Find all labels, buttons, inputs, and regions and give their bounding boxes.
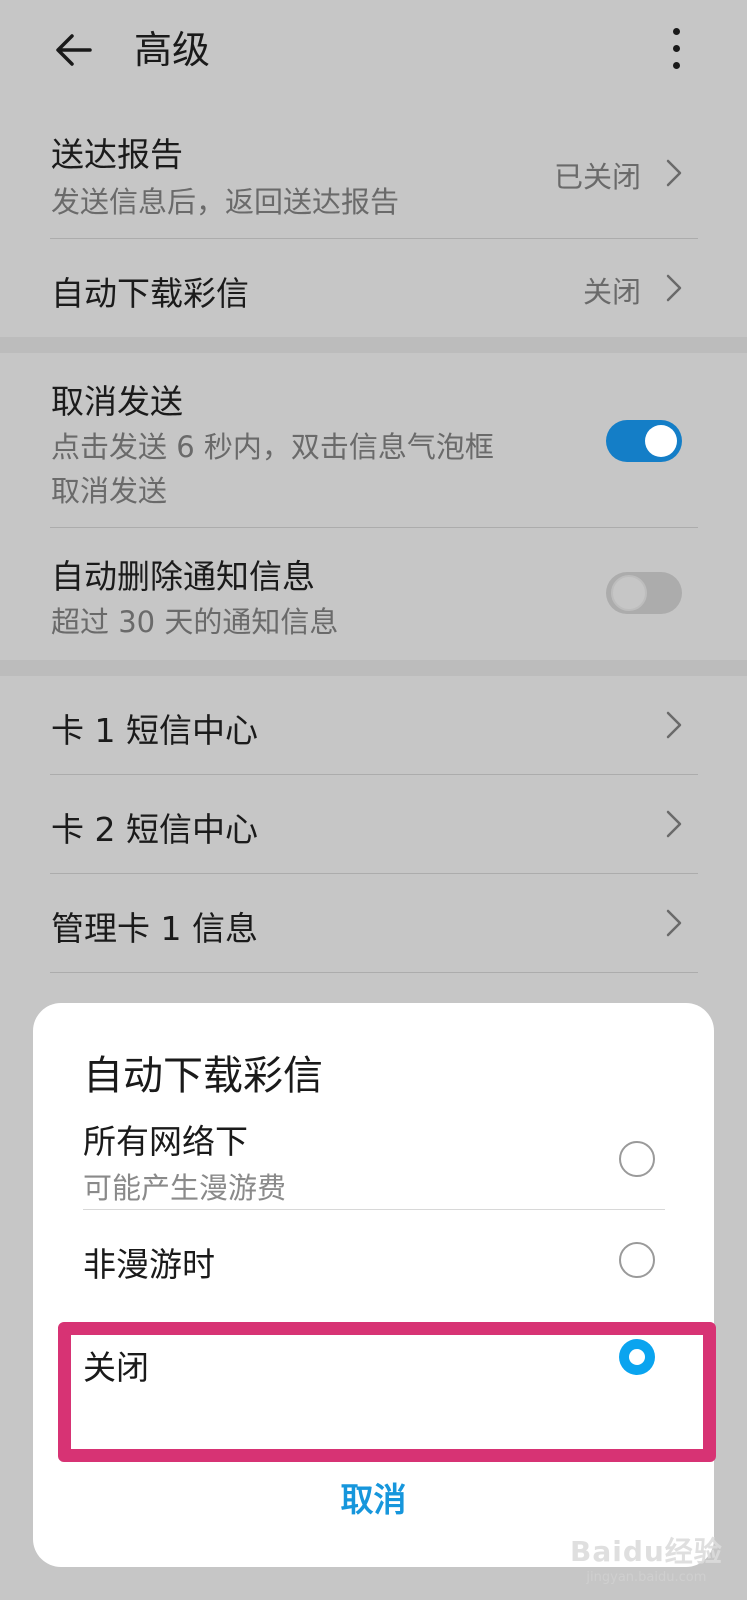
option-label: 所有网络下 xyxy=(83,1122,248,1161)
auto-download-mms-value: 关闭 xyxy=(582,275,641,309)
option-all-networks[interactable]: 所有网络下 可能产生漫游费 xyxy=(33,1115,714,1211)
chevron-right-icon xyxy=(666,711,682,739)
watermark-url: jingyan.baidu.com xyxy=(586,1570,707,1585)
auto-download-mms-dialog: 自动下载彩信 所有网络下 可能产生漫游费 非漫游时 关闭 取消 xyxy=(33,1003,714,1567)
auto-delete-toggle[interactable] xyxy=(606,572,682,614)
highlight-frame xyxy=(58,1322,716,1462)
option-description: 可能产生漫游费 xyxy=(83,1171,287,1205)
radio-unselected[interactable] xyxy=(619,1141,655,1177)
dialog-title: 自动下载彩信 xyxy=(83,1053,323,1099)
radio-unselected[interactable] xyxy=(619,1242,655,1278)
sim1-sms-center-row[interactable]: 卡 1 短信中心 xyxy=(0,676,747,774)
chevron-right-icon xyxy=(666,810,682,838)
sim2-sms-center-row[interactable]: 卡 2 短信中心 xyxy=(0,775,747,873)
section-separator xyxy=(0,337,747,353)
option-non-roaming[interactable]: 非漫游时 xyxy=(33,1210,714,1308)
delivery-report-row[interactable]: 送达报告 发送信息后，返回送达报告 已关闭 xyxy=(0,110,747,238)
delivery-report-description: 发送信息后，返回送达报告 xyxy=(51,185,400,219)
auto-download-mms-row[interactable]: 自动下载彩信 关闭 xyxy=(0,239,747,337)
sim2-sms-center-label: 卡 2 短信中心 xyxy=(51,810,258,849)
watermark-brand: Baidu经验 xyxy=(570,1535,723,1568)
app-header: 高级 xyxy=(0,0,747,110)
cancel-button[interactable]: 取消 xyxy=(33,1473,714,1521)
manage-sim1-messages-label: 管理卡 1 信息 xyxy=(51,909,258,948)
divider xyxy=(50,972,698,973)
cancel-send-description-line2: 取消发送 xyxy=(51,474,168,508)
chevron-right-icon xyxy=(666,159,682,187)
option-label: 非漫游时 xyxy=(83,1245,215,1284)
cancel-send-toggle[interactable] xyxy=(606,420,682,462)
cancel-send-row: 取消发送 点击发送 6 秒内，双击信息气泡框 取消发送 xyxy=(0,353,747,527)
cancel-send-label: 取消发送 xyxy=(51,382,183,421)
auto-download-mms-label: 自动下载彩信 xyxy=(51,274,249,313)
manage-sim1-messages-row[interactable]: 管理卡 1 信息 xyxy=(0,874,747,972)
delivery-report-value: 已关闭 xyxy=(553,160,641,194)
auto-delete-label: 自动删除通知信息 xyxy=(51,557,315,596)
chevron-right-icon xyxy=(666,274,682,302)
auto-delete-row: 自动删除通知信息 超过 30 天的通知信息 xyxy=(0,528,747,660)
sim1-sms-center-label: 卡 1 短信中心 xyxy=(51,711,258,750)
baidu-watermark: Baidu经验 jingyan.baidu.com xyxy=(570,1530,723,1585)
section-separator xyxy=(0,660,747,676)
more-vertical-icon[interactable] xyxy=(664,28,688,76)
delivery-report-label: 送达报告 xyxy=(51,135,183,174)
page-title: 高级 xyxy=(134,28,211,72)
auto-delete-description: 超过 30 天的通知信息 xyxy=(51,605,339,639)
arrow-left-icon[interactable] xyxy=(50,26,98,74)
cancel-send-description-line1: 点击发送 6 秒内，双击信息气泡框 xyxy=(51,430,494,464)
chevron-right-icon xyxy=(666,909,682,937)
